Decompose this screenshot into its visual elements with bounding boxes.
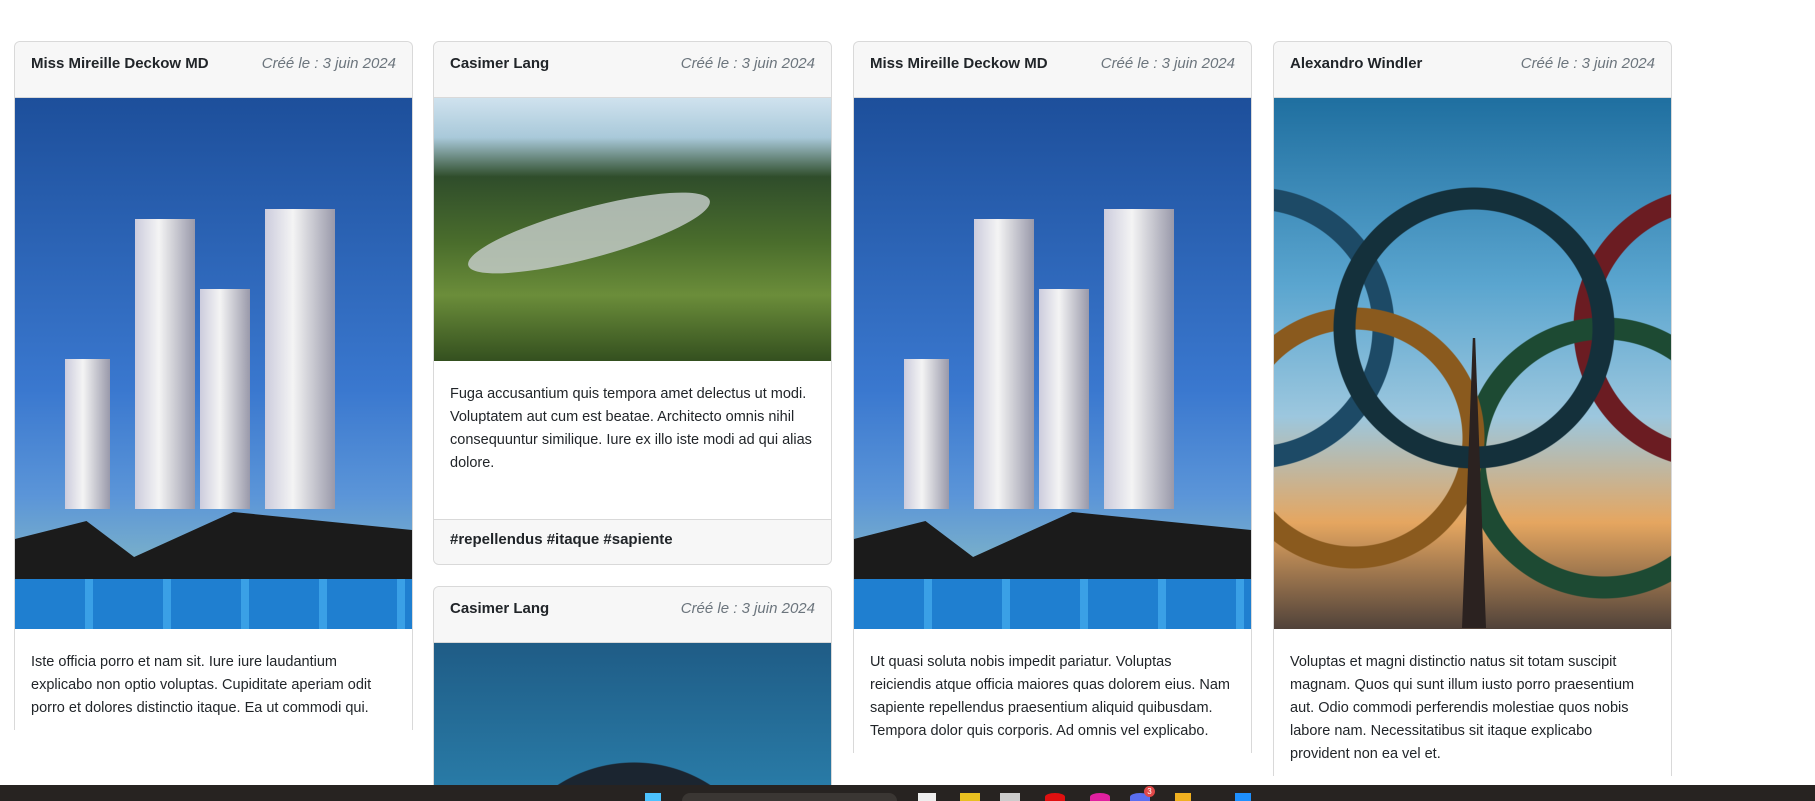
card-header: Miss Mireille Deckow MD Créé le : 3 juin … (854, 42, 1251, 98)
created-date: Créé le : 3 juin 2024 (680, 600, 815, 617)
app-icon[interactable] (1000, 793, 1020, 801)
post-image[interactable] (434, 98, 831, 361)
post-card[interactable]: Miss Mireille Deckow MD Créé le : 3 juin … (14, 41, 413, 730)
post-text: Voluptas et magni distinctio natus sit t… (1290, 654, 1635, 762)
post-card[interactable]: Miss Mireille Deckow MD Créé le : 3 juin … (853, 41, 1252, 753)
author-name[interactable]: Miss Mireille Deckow MD (870, 55, 1048, 72)
app-icon[interactable] (1235, 793, 1251, 801)
post-image[interactable] (15, 98, 412, 629)
card-header: Alexandro Windler Créé le : 3 juin 2024 (1274, 42, 1671, 98)
author-name[interactable]: Casimer Lang (450, 55, 549, 72)
card-header: Casimer Lang Créé le : 3 juin 2024 (434, 42, 831, 98)
eiffel-tower (1462, 338, 1486, 628)
app-icon[interactable] (1045, 793, 1065, 801)
app-icon[interactable] (960, 793, 980, 801)
search-box[interactable] (682, 793, 897, 801)
author-name[interactable]: Miss Mireille Deckow MD (31, 55, 209, 72)
post-tags[interactable]: #repellendus #itaque #sapiente (434, 519, 831, 564)
app-icon[interactable] (918, 793, 936, 801)
post-image[interactable] (434, 643, 831, 801)
notification-badge: 3 (1144, 786, 1155, 797)
author-name[interactable]: Alexandro Windler (1290, 55, 1422, 72)
post-card[interactable]: Alexandro Windler Créé le : 3 juin 2024 V… (1273, 41, 1672, 776)
app-icon[interactable] (1090, 793, 1110, 801)
post-text: Ut quasi soluta nobis impedit pariatur. … (870, 654, 1230, 739)
post-image[interactable] (854, 98, 1251, 629)
post-card[interactable]: Casimer Lang Créé le : 3 juin 2024 Fuga a… (433, 41, 832, 565)
card-header: Casimer Lang Créé le : 3 juin 2024 (434, 587, 831, 643)
start-icon[interactable] (645, 793, 661, 801)
taskbar: 3 (0, 785, 1815, 801)
post-text: Iste officia porro et nam sit. Iure iure… (31, 654, 372, 716)
created-date: Créé le : 3 juin 2024 (1100, 55, 1235, 72)
created-date: Créé le : 3 juin 2024 (680, 55, 815, 72)
post-text: Fuga accusantium quis tempora amet delec… (450, 386, 812, 471)
post-image[interactable] (1274, 98, 1671, 629)
author-name[interactable]: Casimer Lang (450, 600, 549, 617)
created-date: Créé le : 3 juin 2024 (1520, 55, 1655, 72)
card-header: Miss Mireille Deckow MD Créé le : 3 juin … (15, 42, 412, 98)
created-date: Créé le : 3 juin 2024 (261, 55, 396, 72)
app-icon[interactable] (1175, 793, 1191, 801)
post-card[interactable]: Casimer Lang Créé le : 3 juin 2024 (433, 586, 832, 801)
